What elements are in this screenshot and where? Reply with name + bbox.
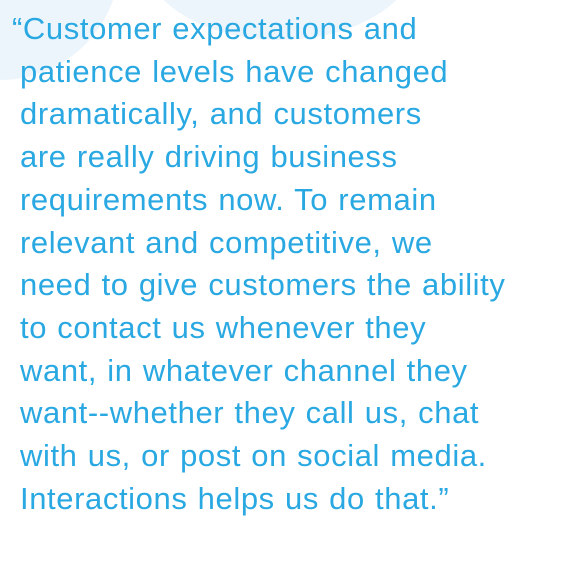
- quote-line: with us, or post on social media.: [20, 438, 487, 474]
- quote-line: want, in whatever channel they: [20, 352, 468, 388]
- quote-line: “Customer expectations and: [12, 11, 418, 46]
- quote-line: want--whether they call us, chat: [20, 395, 480, 431]
- customer-quote: “Customer expectations and patience leve…: [12, 8, 555, 520]
- quote-line: to contact us whenever they: [20, 309, 427, 345]
- quote-line: are really driving business: [20, 139, 398, 175]
- quote-line: Interactions helps us do that.”: [20, 480, 450, 516]
- quote-line: relevant and competitive, we: [20, 224, 433, 260]
- quote-panel: “Customer expectations and patience leve…: [0, 0, 561, 570]
- quote-line: patience levels have changed: [20, 53, 449, 89]
- quote-line: requirements now. To remain: [20, 181, 437, 217]
- quote-line: need to give customers the ability: [20, 267, 506, 303]
- quote-line: dramatically, and customers: [20, 96, 422, 132]
